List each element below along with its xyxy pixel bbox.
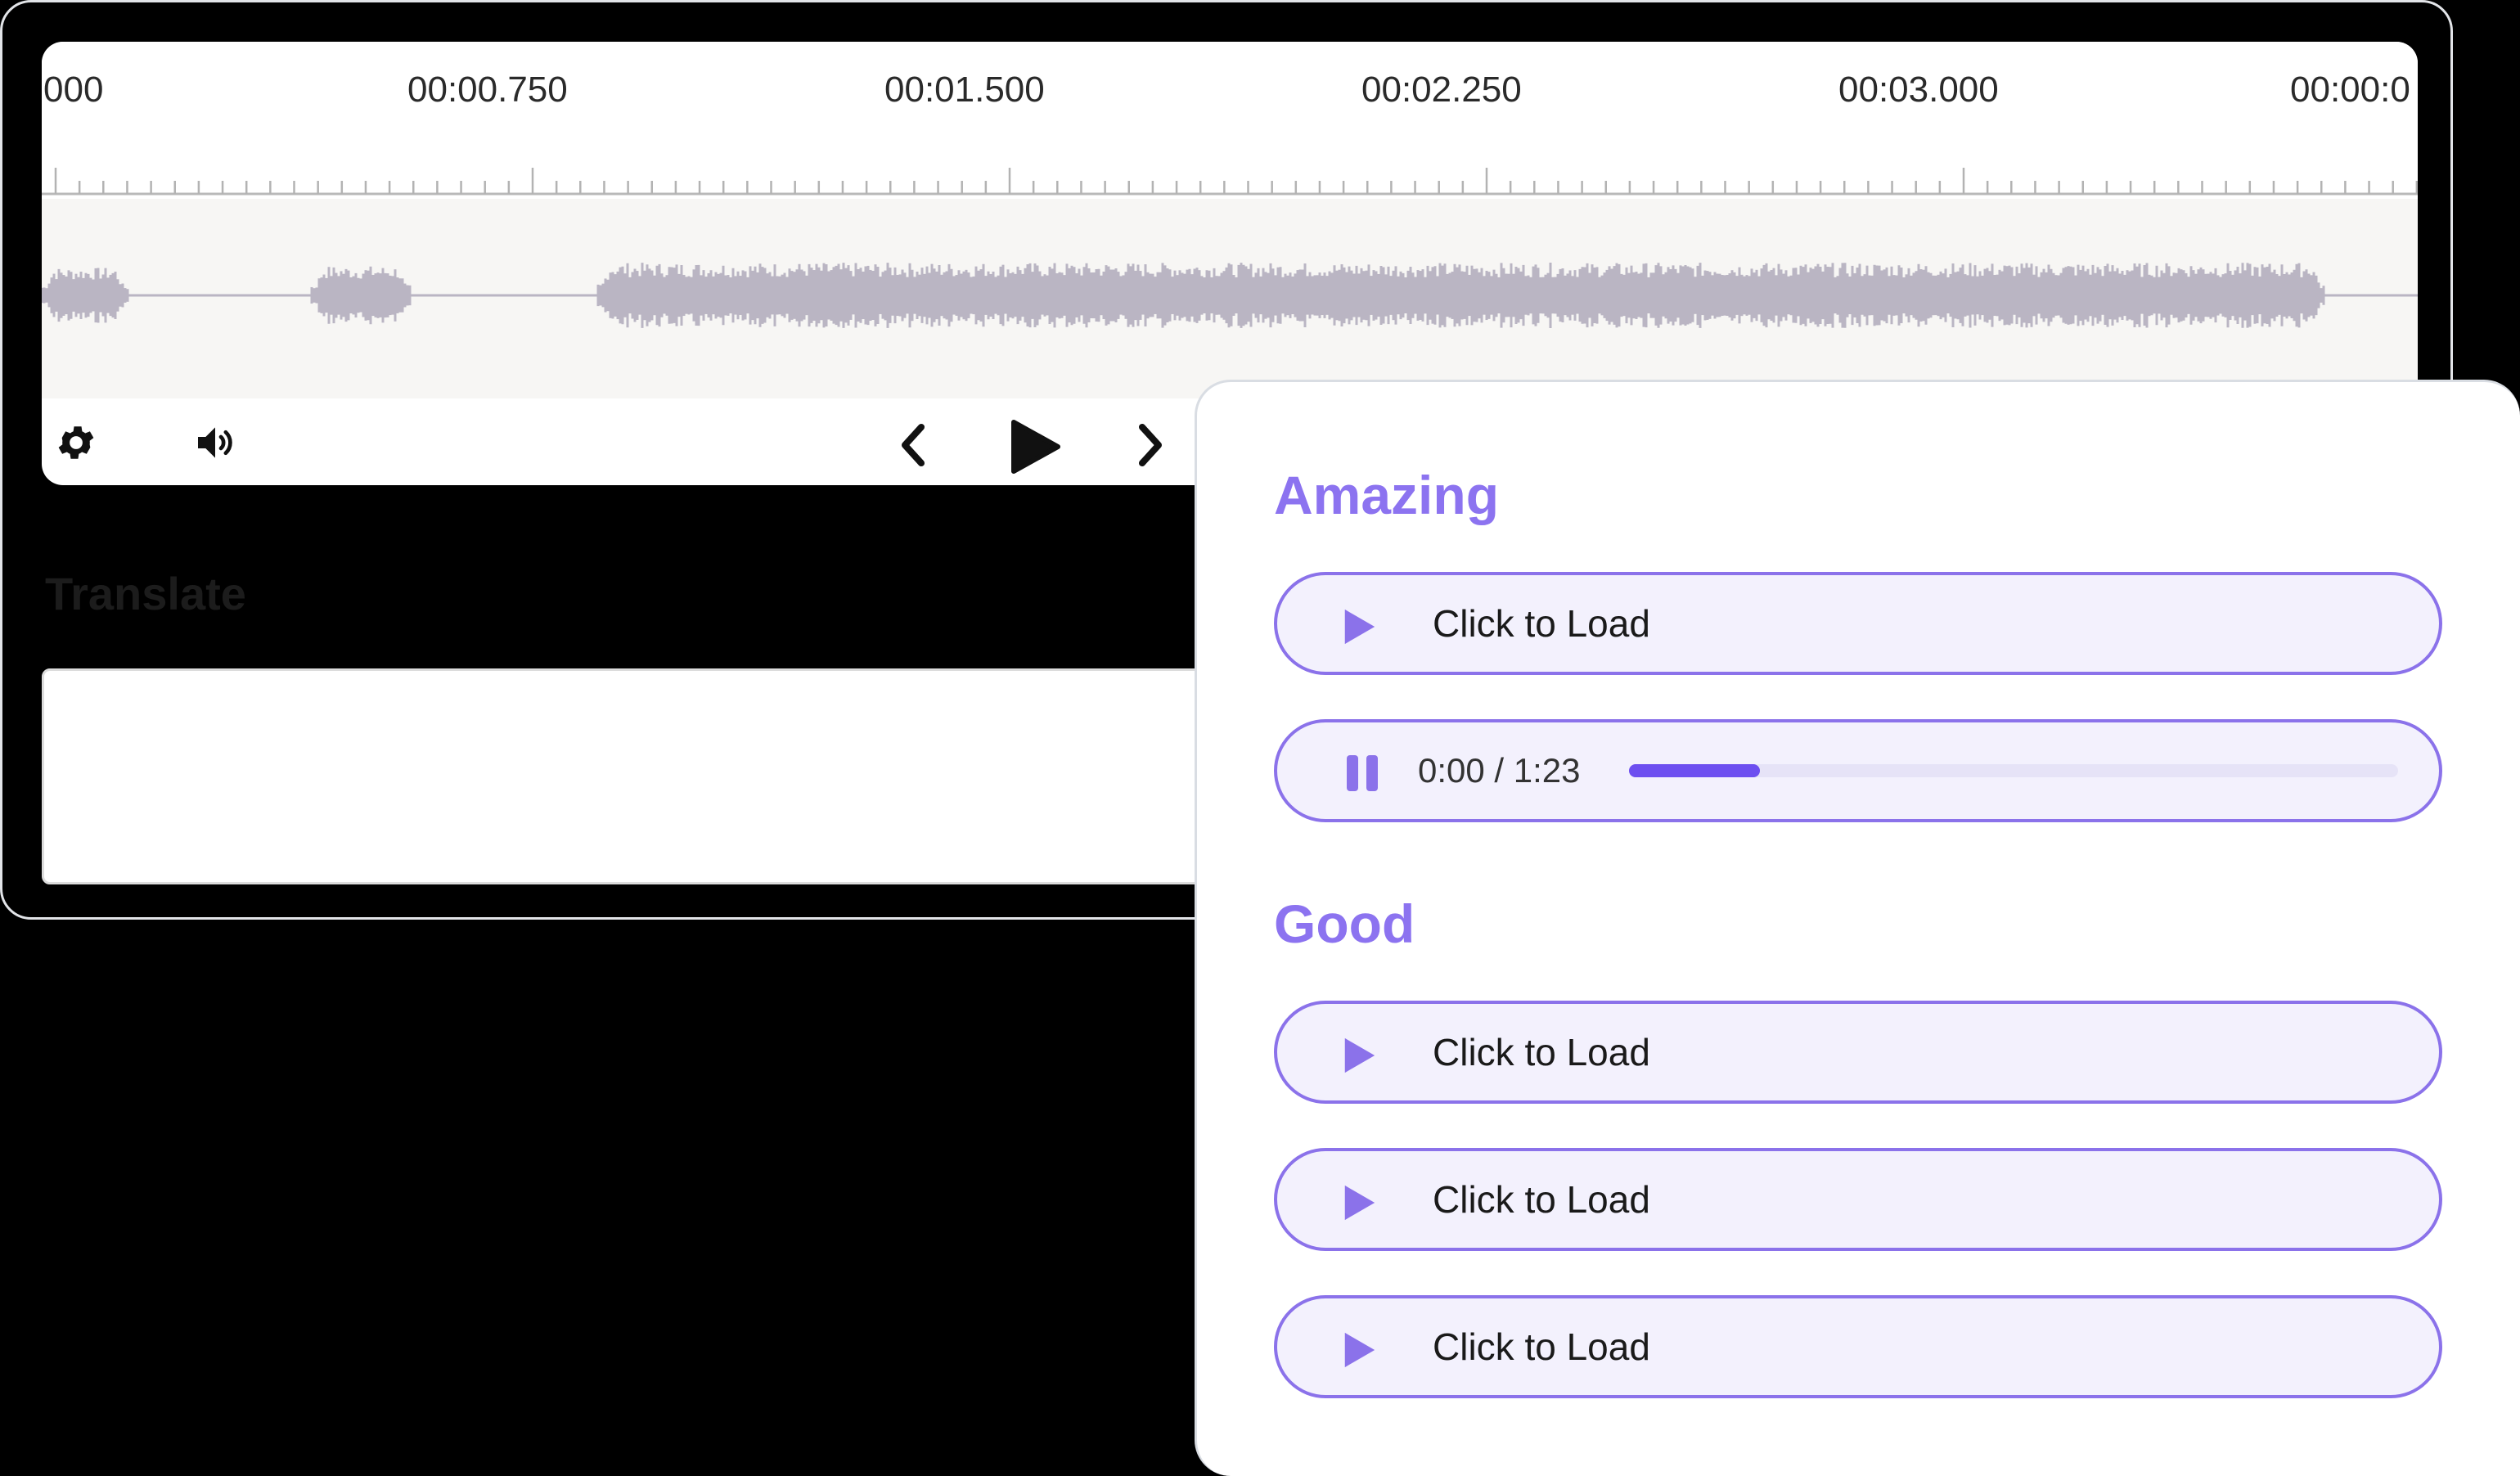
play-icon [1344,1332,1375,1368]
section-heading-amazing: Amazing [1274,465,1500,525]
speaker-icon [198,427,232,458]
timeline-ruler[interactable]: 000 00:00.750 00:01.500 00:02.250 00:03.… [42,42,2418,199]
waveform-graphic [42,263,2418,328]
audio-load-button[interactable]: Click to Load [1274,1295,2442,1398]
previous-button[interactable] [884,416,942,474]
time-tick-label: 00:02.250 [1361,70,1522,110]
translate-label: Translate [45,568,246,619]
playback-time: 0:00 / 1:23 [1418,751,1581,790]
audio-load-button[interactable]: Click to Load [1274,1001,2442,1104]
audio-load-label: Click to Load [1433,1178,1650,1221]
volume-button[interactable] [189,416,241,469]
tick-marks [42,168,2418,196]
time-tick-label: 00:01.500 [884,70,1045,110]
play-button[interactable] [999,410,1073,484]
settings-button[interactable] [50,416,102,469]
audio-load-label: Click to Load [1433,1031,1650,1073]
pause-icon[interactable] [1344,754,1382,793]
audio-player-playing[interactable]: 0:00 / 1:23 [1274,719,2442,822]
chevron-right-icon [1139,424,1162,466]
gear-icon [58,426,94,459]
audio-load-button[interactable]: Click to Load [1274,572,2442,675]
waveform[interactable] [42,199,2418,398]
play-icon [1344,1185,1375,1221]
play-icon [1344,1037,1375,1073]
progress-bar[interactable] [1629,764,2398,777]
time-tick-label: 00:00.750 [407,70,568,110]
next-button[interactable] [1122,416,1179,474]
play-icon [1011,420,1060,474]
chevron-left-icon [902,424,925,466]
time-tick-label: 000 [43,70,104,110]
time-tick-label: 00:03.000 [1838,70,1999,110]
play-icon [1344,609,1375,645]
audio-load-label: Click to Load [1433,1325,1650,1368]
section-heading-good: Good [1274,893,1415,954]
progress-fill [1629,764,1760,777]
time-tick-label: 00:00:0 [2290,70,2410,110]
audio-samples-panel: Amazing Click to Load 0:00 / 1:23 Good C… [1195,380,2520,1476]
audio-load-label: Click to Load [1433,602,1650,645]
audio-load-button[interactable]: Click to Load [1274,1148,2442,1251]
